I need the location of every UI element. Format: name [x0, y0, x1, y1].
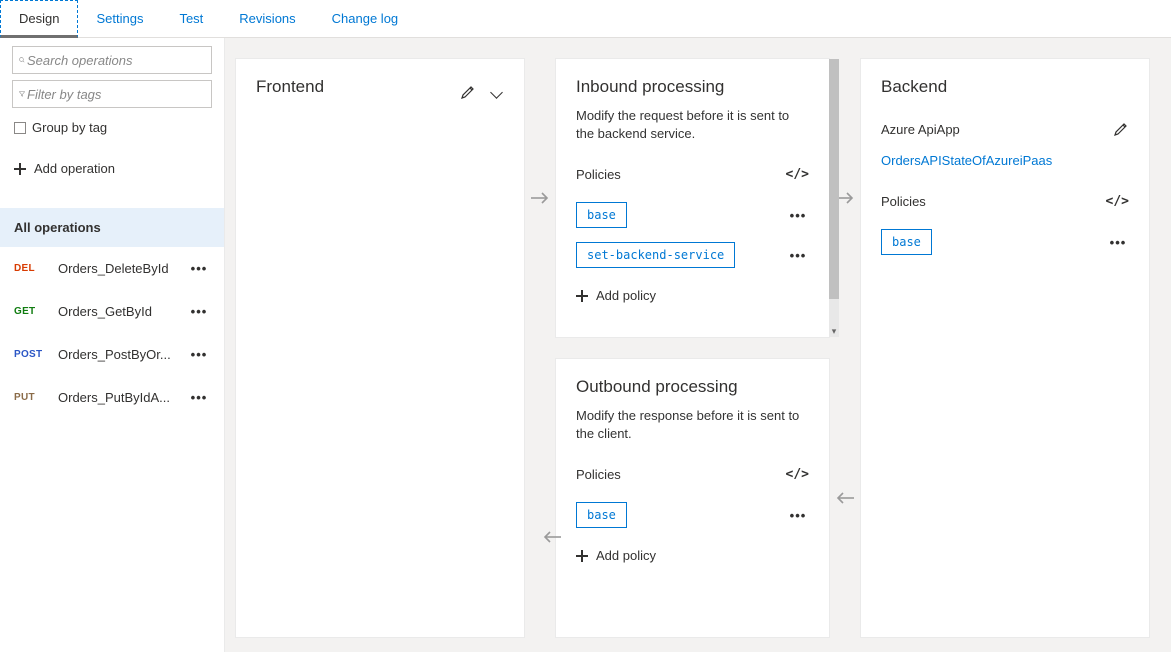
operation-name: Orders_PostByOr... — [58, 347, 178, 362]
add-policy-label: Add policy — [596, 548, 656, 563]
backend-title: Backend — [881, 77, 1129, 97]
operation-menu-button[interactable]: ••• — [188, 390, 210, 405]
policy-row: base ••• — [576, 502, 809, 528]
add-policy-button[interactable]: Add policy — [576, 282, 809, 303]
edit-icon[interactable] — [1113, 121, 1129, 137]
operation-menu-button[interactable]: ••• — [188, 347, 210, 362]
policies-label: Policies — [576, 467, 621, 482]
tab-settings[interactable]: Settings — [78, 0, 161, 37]
filter-input[interactable] — [25, 86, 205, 103]
outbound-title: Outbound processing — [576, 377, 809, 397]
inbound-desc: Modify the request before it is sent to … — [576, 107, 809, 143]
policy-chip-base[interactable]: base — [881, 229, 932, 255]
inbound-title: Inbound processing — [576, 77, 809, 97]
outbound-desc: Modify the response before it is sent to… — [576, 407, 809, 443]
outbound-card: Outbound processing Modify the response … — [555, 358, 830, 638]
scrollbar-down-icon[interactable]: ▾ — [829, 325, 839, 337]
tab-design[interactable]: Design — [0, 0, 78, 38]
operation-menu-button[interactable]: ••• — [188, 304, 210, 319]
add-operation-label: Add operation — [34, 161, 115, 176]
policy-menu-button[interactable]: ••• — [1107, 235, 1129, 250]
plus-icon — [14, 163, 26, 175]
policy-menu-button[interactable]: ••• — [787, 508, 809, 523]
filter-box[interactable] — [12, 80, 212, 108]
add-policy-button[interactable]: Add policy — [576, 542, 809, 563]
tab-revisions[interactable]: Revisions — [221, 0, 313, 37]
operation-row[interactable]: DEL Orders_DeleteById ••• — [0, 247, 224, 290]
flow-arrow-left — [542, 527, 562, 547]
policy-chip-set-backend-service[interactable]: set-backend-service — [576, 242, 735, 268]
tab-changelog[interactable]: Change log — [314, 0, 417, 37]
search-box[interactable] — [12, 46, 212, 74]
add-operation-button[interactable]: Add operation — [0, 149, 224, 188]
backend-card: Backend Azure ApiApp OrdersAPIStateOfAzu… — [860, 58, 1150, 638]
policy-menu-button[interactable]: ••• — [787, 208, 809, 223]
policies-label: Policies — [576, 167, 621, 182]
operation-row[interactable]: GET Orders_GetById ••• — [0, 290, 224, 333]
operation-row[interactable]: PUT Orders_PutByIdA... ••• — [0, 376, 224, 419]
backend-link[interactable]: OrdersAPIStateOfAzureiPaas — [881, 153, 1129, 168]
inbound-card: ▾ Inbound processing Modify the request … — [555, 58, 830, 338]
operation-name: Orders_GetById — [58, 304, 178, 319]
operation-menu-button[interactable]: ••• — [188, 261, 210, 276]
operation-name: Orders_PutByIdA... — [58, 390, 178, 405]
policy-chip-base[interactable]: base — [576, 202, 627, 228]
policy-row: base ••• — [576, 202, 809, 228]
policy-chip-base[interactable]: base — [576, 502, 627, 528]
policy-row: base ••• — [881, 229, 1129, 255]
method-badge: PUT — [14, 392, 48, 403]
flow-arrow-right — [525, 58, 555, 338]
code-editor-icon[interactable]: </> — [786, 467, 809, 482]
group-by-tag-label: Group by tag — [32, 120, 107, 135]
all-operations-item[interactable]: All operations — [0, 208, 224, 247]
scrollbar-thumb[interactable] — [829, 59, 839, 299]
group-by-tag-row[interactable]: Group by tag — [12, 114, 212, 149]
group-by-tag-checkbox[interactable] — [14, 122, 26, 134]
operations-sidebar: Group by tag Add operation All operation… — [0, 38, 225, 652]
method-badge: DEL — [14, 263, 48, 274]
plus-icon — [576, 550, 588, 562]
code-editor-icon[interactable]: </> — [1106, 194, 1129, 209]
design-canvas: Frontend ▾ Inbound processing Modify the… — [225, 38, 1171, 652]
plus-icon — [576, 290, 588, 302]
frontend-card: Frontend — [235, 58, 525, 638]
flow-arrow-left — [830, 358, 860, 638]
code-editor-icon[interactable]: </> — [786, 167, 809, 182]
policy-row: set-backend-service ••• — [576, 242, 809, 268]
chevron-down-icon[interactable] — [490, 85, 504, 99]
operation-name: Orders_DeleteById — [58, 261, 178, 276]
method-badge: GET — [14, 306, 48, 317]
policy-menu-button[interactable]: ••• — [787, 248, 809, 263]
policies-label: Policies — [881, 194, 926, 209]
frontend-title: Frontend — [256, 77, 324, 97]
backend-subtitle: Azure ApiApp — [881, 122, 960, 137]
search-input[interactable] — [25, 52, 205, 69]
edit-icon[interactable] — [460, 84, 476, 100]
operation-row[interactable]: POST Orders_PostByOr... ••• — [0, 333, 224, 376]
add-policy-label: Add policy — [596, 288, 656, 303]
method-badge: POST — [14, 349, 48, 360]
tab-bar: Design Settings Test Revisions Change lo… — [0, 0, 1171, 38]
tab-test[interactable]: Test — [161, 0, 221, 37]
